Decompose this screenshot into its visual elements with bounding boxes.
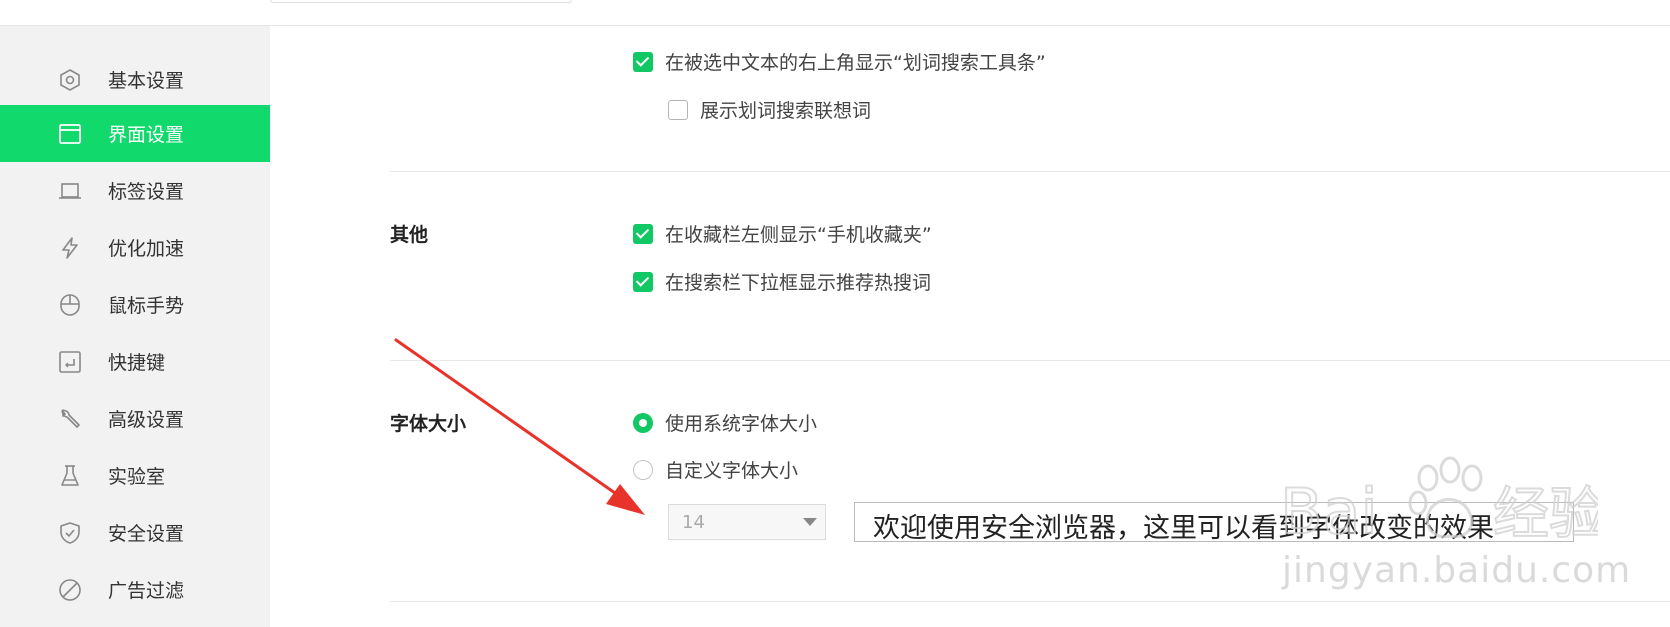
sidebar-item-label: 标签设置: [108, 181, 185, 203]
mouse-icon: [58, 293, 82, 317]
sidebar-item-advanced[interactable]: 高级设置: [0, 390, 270, 447]
sidebar-item-speedup[interactable]: 优化加速: [0, 219, 270, 276]
shield-icon: [58, 521, 82, 545]
checkbox-checked[interactable]: [633, 271, 653, 292]
sidebar-item-tabs[interactable]: 标签设置: [0, 162, 270, 219]
sidebar-item-label: 基本设置: [108, 70, 185, 92]
option-label: 自定义字体大小: [665, 460, 799, 482]
keyboard-shortcut-icon: [58, 350, 82, 374]
font-size-select[interactable]: 14: [668, 504, 826, 540]
top-input-edge[interactable]: [270, 0, 572, 3]
section-divider: [390, 360, 1670, 361]
sidebar-item-label: 界面设置: [108, 124, 185, 146]
option-label: 在搜索栏下拉框显示推荐热搜词: [665, 272, 932, 294]
sidebar: 基本设置 界面设置 标签设置 优化加速 鼠标手势 快捷键 高级设置 实验室 安全…: [0, 26, 270, 627]
radio-unselected[interactable]: [633, 459, 653, 480]
option-label: 使用系统字体大小: [665, 413, 818, 435]
custom-font-size-radio[interactable]: 自定义字体大小: [633, 456, 798, 483]
radio-selected[interactable]: [633, 412, 653, 433]
sidebar-item-mouse-gesture[interactable]: 鼠标手势: [0, 276, 270, 333]
sidebar-item-label: 高级设置: [108, 409, 185, 431]
top-bar: [0, 0, 1670, 26]
sidebar-item-security[interactable]: 安全设置: [0, 504, 270, 561]
section-title-other: 其他: [390, 224, 429, 246]
option-label: 在收藏栏左侧显示“手机收藏夹”: [665, 224, 932, 246]
lightning-icon: [58, 236, 82, 260]
section-title-font-size: 字体大小: [390, 413, 467, 435]
sidebar-item-label: 优化加速: [108, 238, 185, 260]
system-font-size-radio[interactable]: 使用系统字体大小: [633, 409, 817, 436]
font-size-value: 14: [682, 512, 705, 533]
tab-label-icon: [58, 179, 82, 203]
show-selection-toolbar-checkbox[interactable]: 在被选中文本的右上角显示“划词搜索工具条”: [633, 48, 1046, 75]
chevron-down-icon: [803, 518, 817, 526]
show-mobile-favorites-checkbox[interactable]: 在收藏栏左侧显示“手机收藏夹”: [633, 220, 932, 247]
watermark-url: jingyan.baidu.com: [1282, 550, 1632, 591]
section-divider: [390, 171, 1670, 172]
sidebar-item-label: 实验室: [108, 466, 166, 488]
option-label: 在被选中文本的右上角显示“划词搜索工具条”: [665, 52, 1046, 74]
sidebar-item-label: 广告过滤: [108, 580, 185, 602]
hexagon-settings-icon: [58, 68, 82, 92]
window-interface-icon: [58, 122, 82, 146]
show-search-suggestions-checkbox[interactable]: 展示划词搜索联想词: [668, 96, 871, 123]
checkbox-checked[interactable]: [633, 223, 653, 244]
sidebar-item-lab[interactable]: 实验室: [0, 447, 270, 504]
sidebar-item-shortcuts[interactable]: 快捷键: [0, 333, 270, 390]
font-preview-field[interactable]: 欢迎使用安全浏览器，这里可以看到字体改变的效果: [854, 502, 1574, 544]
show-hot-searches-checkbox[interactable]: 在搜索栏下拉框显示推荐热搜词: [633, 268, 931, 295]
sidebar-item-label: 快捷键: [108, 352, 166, 374]
sidebar-item-basic[interactable]: 基本设置: [0, 51, 270, 108]
sidebar-item-interface[interactable]: 界面设置: [0, 105, 270, 162]
sidebar-item-label: 安全设置: [108, 523, 185, 545]
wrench-icon: [58, 407, 82, 431]
sidebar-item-label: 鼠标手势: [108, 295, 185, 317]
option-label: 展示划词搜索联想词: [700, 100, 872, 122]
section-divider: [390, 601, 1670, 602]
font-preview-text: 欢迎使用安全浏览器，这里可以看到字体改变的效果: [873, 513, 1494, 544]
sidebar-item-adblock[interactable]: 广告过滤: [0, 561, 270, 618]
checkbox-checked[interactable]: [633, 51, 653, 72]
block-icon: [58, 578, 82, 602]
checkbox-unchecked[interactable]: [668, 99, 688, 120]
flask-icon: [58, 464, 82, 488]
